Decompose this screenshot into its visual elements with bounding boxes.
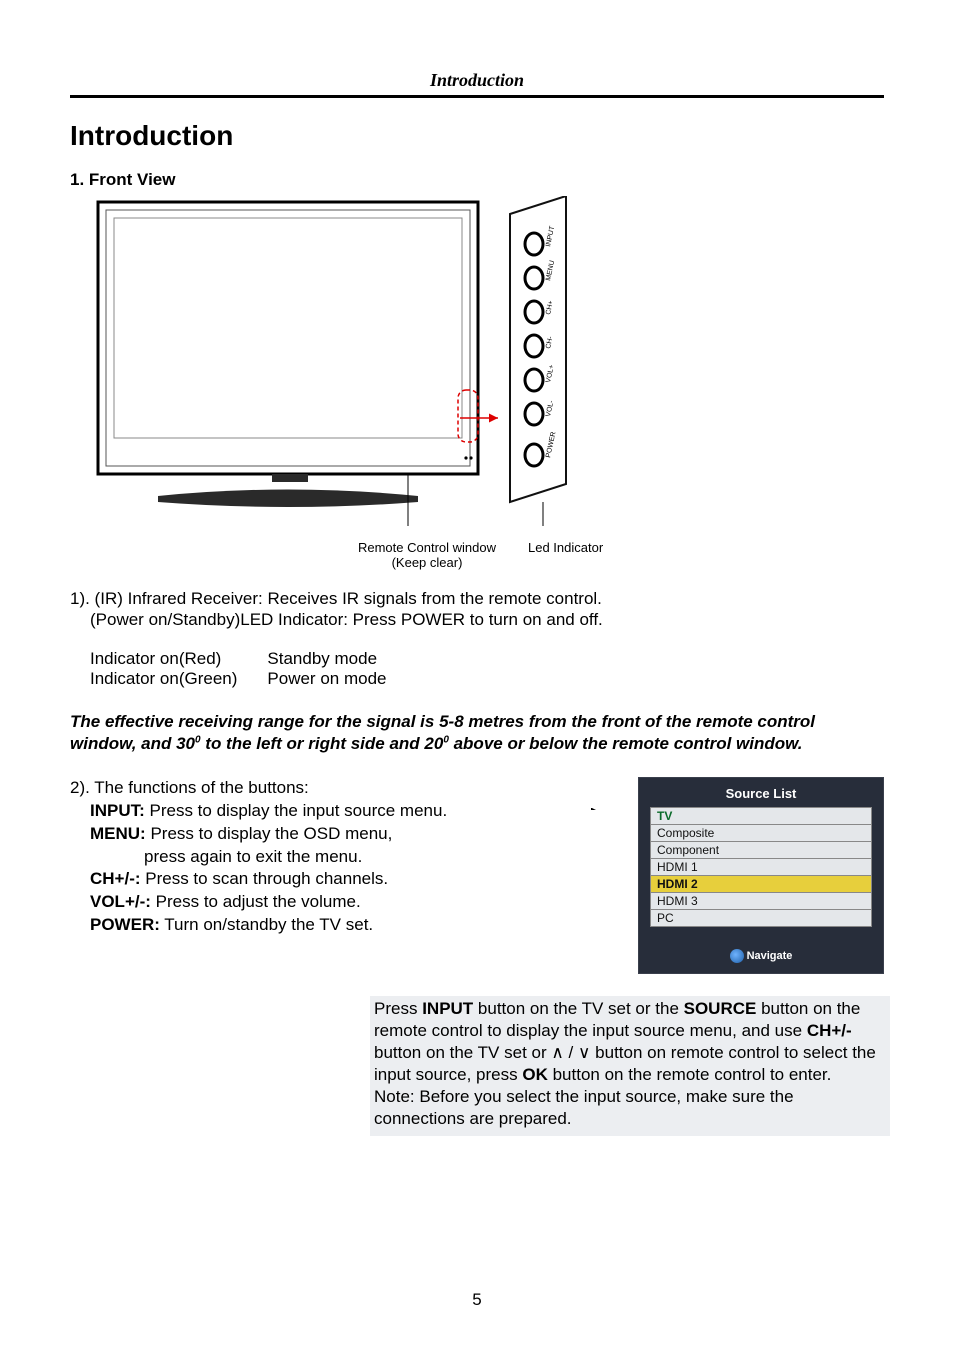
paragraph-ir-receiver: 1). (IR) Infrared Receiver: Receives IR … (70, 588, 884, 631)
up-arrow-icon: ∧ (551, 1043, 563, 1062)
table-row: Indicator on(Red) Standby mode (90, 649, 416, 669)
svg-text:CH+: CH+ (545, 300, 555, 315)
figure-captions: Remote Control window (Keep clear) Led I… (88, 540, 688, 574)
source-list-menu: Source List TV Composite Component HDMI … (638, 777, 884, 974)
svg-text:VOL-: VOL- (545, 399, 555, 417)
page-number: 5 (0, 1290, 954, 1310)
source-item-pc: PC (651, 909, 872, 926)
source-list-title: Source List (639, 778, 883, 807)
svg-text:MENU: MENU (545, 260, 556, 282)
arrow-to-source-list (500, 808, 600, 810)
caption-remote-window: Remote Control window (358, 540, 496, 555)
table-row: Indicator on(Green) Power on mode (90, 669, 416, 689)
svg-text:INPUT: INPUT (545, 225, 556, 248)
source-item-hdmi1: HDMI 1 (651, 858, 872, 875)
running-header: Introduction (70, 70, 884, 91)
source-list-navigate: Navigate (639, 927, 883, 973)
caption-keep-clear: (Keep clear) (392, 555, 463, 570)
source-item-composite: Composite (651, 824, 872, 841)
svg-text:CH-: CH- (545, 335, 555, 349)
range-note: The effective receiving range for the si… (70, 711, 884, 755)
caption-led-indicator: Led Indicator (528, 540, 603, 555)
input-source-instructions: Press INPUT button on the TV set or the … (370, 996, 890, 1137)
page-title: Introduction (70, 120, 884, 152)
source-item-tv: TV (651, 807, 872, 824)
front-view-figure: INPUT MENU CH+ CH- VOL+ VOL- POWER (88, 196, 593, 532)
source-list-table: TV Composite Component HDMI 1 HDMI 2 HDM… (650, 807, 872, 927)
svg-text:POWER: POWER (545, 431, 557, 458)
source-item-hdmi3: HDMI 3 (651, 892, 872, 909)
header-rule (70, 95, 884, 98)
svg-text:VOL+: VOL+ (545, 364, 556, 383)
section-heading-front-view: 1. Front View (70, 170, 884, 190)
button-functions-text: 2). The functions of the buttons: INPUT:… (70, 777, 618, 938)
indicator-table: Indicator on(Red) Standby mode Indicator… (90, 649, 416, 689)
source-item-hdmi2: HDMI 2 (651, 875, 872, 892)
down-arrow-icon: ∨ (578, 1043, 590, 1062)
source-item-component: Component (651, 841, 872, 858)
navigate-icon (730, 949, 744, 963)
